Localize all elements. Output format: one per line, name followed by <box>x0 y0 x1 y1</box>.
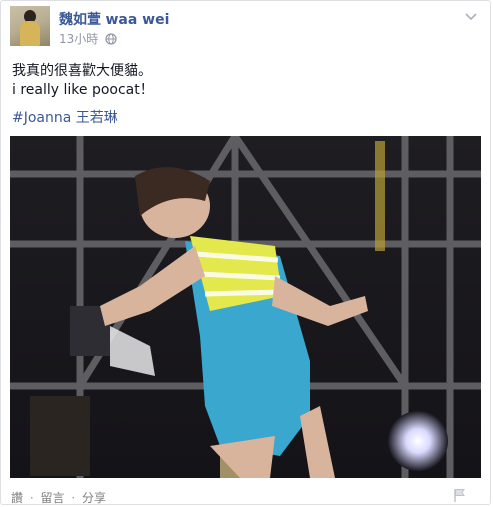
avatar[interactable] <box>10 6 50 46</box>
hashtag-line: #Joanna 王若琳 <box>12 107 118 127</box>
video-frame-illustration <box>10 136 481 478</box>
feed-post: 魏如萱 waa wei 13小時 我真的很喜歡大便貓。 i really lik… <box>0 0 491 505</box>
author-alias-link[interactable]: waa wei <box>105 12 169 28</box>
author-name-link[interactable]: 魏如萱 <box>59 12 101 28</box>
post-meta: 13小時 <box>59 30 117 47</box>
avatar-body-shape <box>20 21 40 46</box>
like-button[interactable]: 讚 <box>11 491 23 505</box>
post-actions: 讚 · 留言 · 分享 <box>11 491 107 505</box>
post-text-line-2: i really like poocat！ <box>12 82 154 98</box>
post-timestamp[interactable]: 13小時 <box>59 32 98 46</box>
post-text-line-1: 我真的很喜歡大便貓。 <box>12 63 152 79</box>
hashtag-link[interactable]: #Joanna 王若琳 <box>12 110 118 126</box>
chevron-down-icon <box>465 13 477 21</box>
post-text: 我真的很喜歡大便貓。 i really like poocat！ <box>12 62 154 100</box>
post-header: 魏如萱 waa wei <box>59 9 169 29</box>
globe-icon <box>105 33 117 45</box>
share-button[interactable]: 分享 <box>82 491 106 505</box>
video-thumbnail[interactable] <box>10 136 481 478</box>
post-options-button[interactable] <box>462 10 480 24</box>
comment-button[interactable]: 留言 <box>41 491 65 505</box>
flag-icon[interactable] <box>452 487 468 503</box>
